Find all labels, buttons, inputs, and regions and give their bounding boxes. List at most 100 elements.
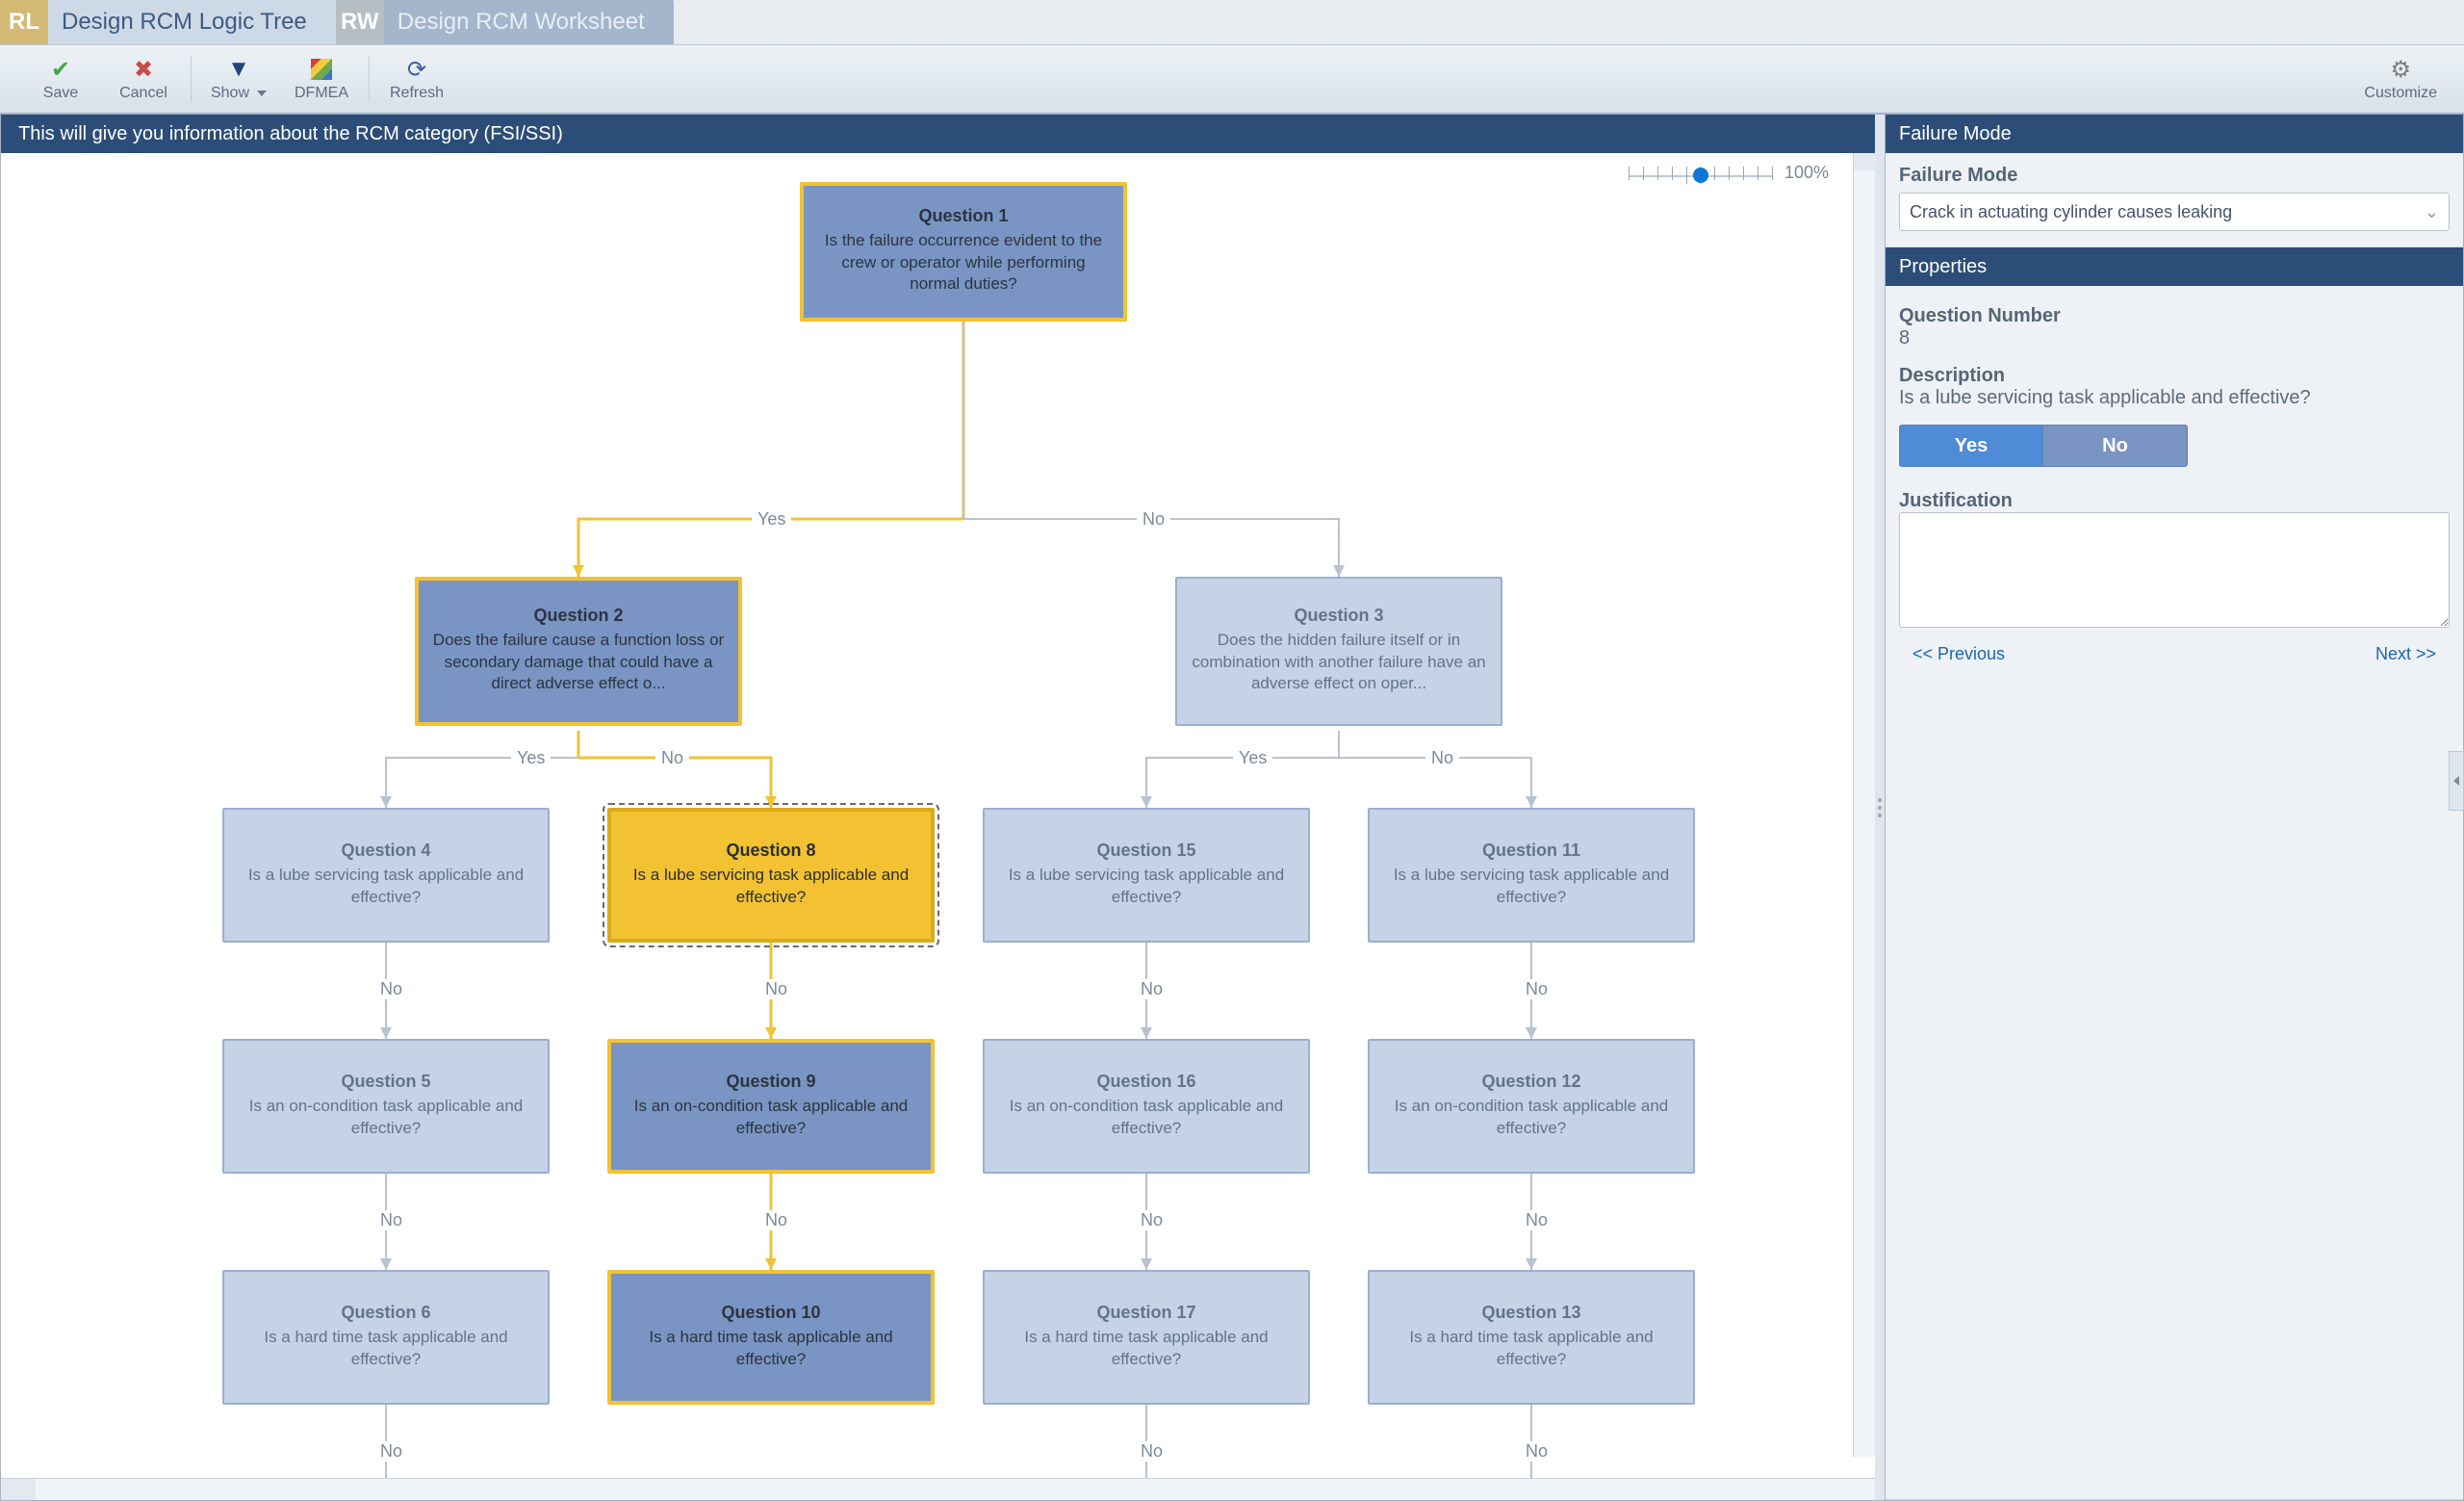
- node-q4[interactable]: Question 4 Is a lube servicing task appl…: [222, 808, 550, 943]
- node-text: Is an on-condition task applicable and e…: [238, 1096, 534, 1140]
- node-q9[interactable]: Question 9 Is an on-condition task appli…: [607, 1039, 935, 1174]
- node-text: Is an on-condition task applicable and e…: [1383, 1096, 1680, 1140]
- refresh-button[interactable]: ⟳ Refresh: [375, 50, 458, 108]
- node-title: Question 9: [726, 1072, 815, 1092]
- customize-label: Customize: [2364, 85, 2437, 102]
- dfmea-button[interactable]: DFMEA: [280, 50, 363, 108]
- node-title: Question 2: [533, 606, 623, 626]
- node-q2[interactable]: Question 2 Does the failure cause a func…: [415, 577, 742, 726]
- node-text: Does the hidden failure itself or in com…: [1191, 630, 1487, 696]
- node-text: Is the failure occurrence evident to the…: [817, 230, 1110, 297]
- yes-no-toggle: Yes No: [1899, 425, 2450, 467]
- node-q3[interactable]: Question 3 Does the hidden failure itsel…: [1175, 577, 1502, 726]
- filter-icon: ▼: [227, 56, 250, 83]
- no-button[interactable]: No: [2043, 425, 2188, 467]
- node-q8[interactable]: Question 8 Is a lube servicing task appl…: [607, 808, 935, 943]
- prev-link[interactable]: << Previous: [1912, 644, 2005, 664]
- edge-label-no: No: [1520, 1210, 1553, 1230]
- node-q1[interactable]: Question 1 Is the failure occurrence evi…: [800, 182, 1127, 322]
- description-label: Description: [1899, 365, 2450, 387]
- refresh-label: Refresh: [390, 85, 444, 102]
- node-text: Is a hard time task applicable and effec…: [625, 1327, 917, 1371]
- logic-tree-canvas[interactable]: 100%: [1, 153, 1875, 1478]
- edge-label-no: No: [374, 979, 408, 999]
- node-title: Question 12: [1481, 1072, 1580, 1092]
- node-q17[interactable]: Question 17 Is a hard time task applicab…: [983, 1270, 1310, 1405]
- node-title: Question 1: [918, 206, 1008, 226]
- node-q13[interactable]: Question 13 Is a hard time task applicab…: [1368, 1270, 1695, 1405]
- node-title: Question 3: [1294, 606, 1383, 626]
- edge-label-yes: Yes: [1233, 748, 1272, 768]
- node-title: Question 5: [341, 1072, 430, 1092]
- chevron-down-icon: ⌄: [2425, 202, 2439, 222]
- save-label: Save: [43, 85, 78, 102]
- node-text: Is an on-condition task applicable and e…: [625, 1096, 917, 1140]
- node-q10[interactable]: Question 10 Is a hard time task applicab…: [607, 1270, 935, 1405]
- justification-input[interactable]: [1899, 512, 2450, 628]
- node-title: Question 4: [341, 841, 430, 861]
- tab-logic-tree[interactable]: RL Design RCM Logic Tree: [0, 0, 336, 44]
- right-collapse-handle[interactable]: [2449, 751, 2464, 811]
- edge-label-no: No: [759, 979, 793, 999]
- tab-badge-rw: RW: [336, 0, 384, 44]
- edge-label-yes: Yes: [752, 509, 791, 530]
- tab-label: Design RCM Logic Tree: [62, 9, 307, 36]
- gear-icon: ⚙: [2390, 56, 2411, 83]
- save-button[interactable]: ✔ Save: [19, 50, 102, 108]
- description-value: Is a lube servicing task applicable and …: [1899, 387, 2450, 409]
- canvas-wrap: This will give you information about the…: [1, 115, 1875, 1500]
- failure-mode-label: Failure Mode: [1899, 165, 2450, 187]
- node-q11[interactable]: Question 11 Is a lube servicing task app…: [1368, 808, 1695, 943]
- failure-mode-value: Crack in actuating cylinder causes leaki…: [1910, 202, 2232, 222]
- node-text: Is a hard time task applicable and effec…: [1383, 1327, 1680, 1371]
- node-text: Is an on-condition task applicable and e…: [998, 1096, 1295, 1140]
- node-text: Is a lube servicing task applicable and …: [998, 865, 1295, 909]
- next-link[interactable]: Next >>: [2375, 644, 2436, 664]
- edge-label-no: No: [1425, 748, 1459, 768]
- vertical-scrollbar[interactable]: [1853, 153, 1875, 1457]
- failure-mode-select[interactable]: Crack in actuating cylinder causes leaki…: [1899, 193, 2450, 231]
- customize-button[interactable]: ⚙ Customize: [2356, 50, 2445, 108]
- right-panel: Failure Mode Failure Mode Crack in actua…: [1885, 115, 2463, 1500]
- toolbar: ✔ Save ✖ Cancel ▼ Show DFMEA ⟳ Refresh ⚙…: [0, 44, 2464, 114]
- logic-tree-stage: Yes No Yes No Yes No No No No No No No N…: [1, 153, 1815, 1478]
- refresh-icon: ⟳: [407, 56, 426, 83]
- yes-button[interactable]: Yes: [1899, 425, 2043, 467]
- node-title: Question 10: [721, 1303, 820, 1323]
- cancel-button[interactable]: ✖ Cancel: [102, 50, 185, 108]
- tab-strip: RL Design RCM Logic Tree RW Design RCM W…: [0, 0, 2464, 44]
- show-label: Show: [211, 85, 249, 102]
- node-text: Is a lube servicing task applicable and …: [1383, 865, 1680, 909]
- check-icon: ✔: [51, 56, 70, 83]
- chevron-down-icon: [257, 91, 267, 96]
- toolbar-separator: [191, 56, 192, 102]
- node-text: Is a lube servicing task applicable and …: [625, 865, 917, 909]
- tab-label: Design RCM Worksheet: [398, 9, 645, 36]
- show-button[interactable]: ▼ Show: [197, 50, 280, 108]
- tab-worksheet[interactable]: RW Design RCM Worksheet: [336, 0, 674, 44]
- edge-label-yes: Yes: [511, 748, 551, 768]
- horizontal-scrollbar[interactable]: [1, 1478, 1875, 1500]
- node-text: Is a hard time task applicable and effec…: [238, 1327, 534, 1371]
- toolbar-separator: [369, 56, 370, 102]
- dfmea-label: DFMEA: [295, 85, 348, 102]
- splitter[interactable]: [1875, 115, 1885, 1500]
- justification-label: Justification: [1899, 490, 2450, 512]
- node-q5[interactable]: Question 5 Is an on-condition task appli…: [222, 1039, 550, 1174]
- section-properties: Properties: [1886, 247, 2463, 286]
- node-q6[interactable]: Question 6 Is a hard time task applicabl…: [222, 1270, 550, 1405]
- node-title: Question 8: [726, 841, 815, 861]
- node-text: Does the failure cause a function loss o…: [432, 630, 725, 696]
- edge-label-no: No: [1520, 1441, 1553, 1462]
- tab-badge-rl: RL: [0, 0, 48, 44]
- node-q16[interactable]: Question 16 Is an on-condition task appl…: [983, 1039, 1310, 1174]
- banner: This will give you information about the…: [1, 115, 1875, 153]
- node-title: Question 16: [1096, 1072, 1195, 1092]
- node-q12[interactable]: Question 12 Is an on-condition task appl…: [1368, 1039, 1695, 1174]
- node-text: Is a lube servicing task applicable and …: [238, 865, 534, 909]
- edge-label-no: No: [374, 1441, 408, 1462]
- edge-label-no: No: [655, 748, 689, 768]
- edge-label-no: No: [1520, 979, 1553, 999]
- edge-label-no: No: [374, 1210, 408, 1230]
- node-q15[interactable]: Question 15 Is a lube servicing task app…: [983, 808, 1310, 943]
